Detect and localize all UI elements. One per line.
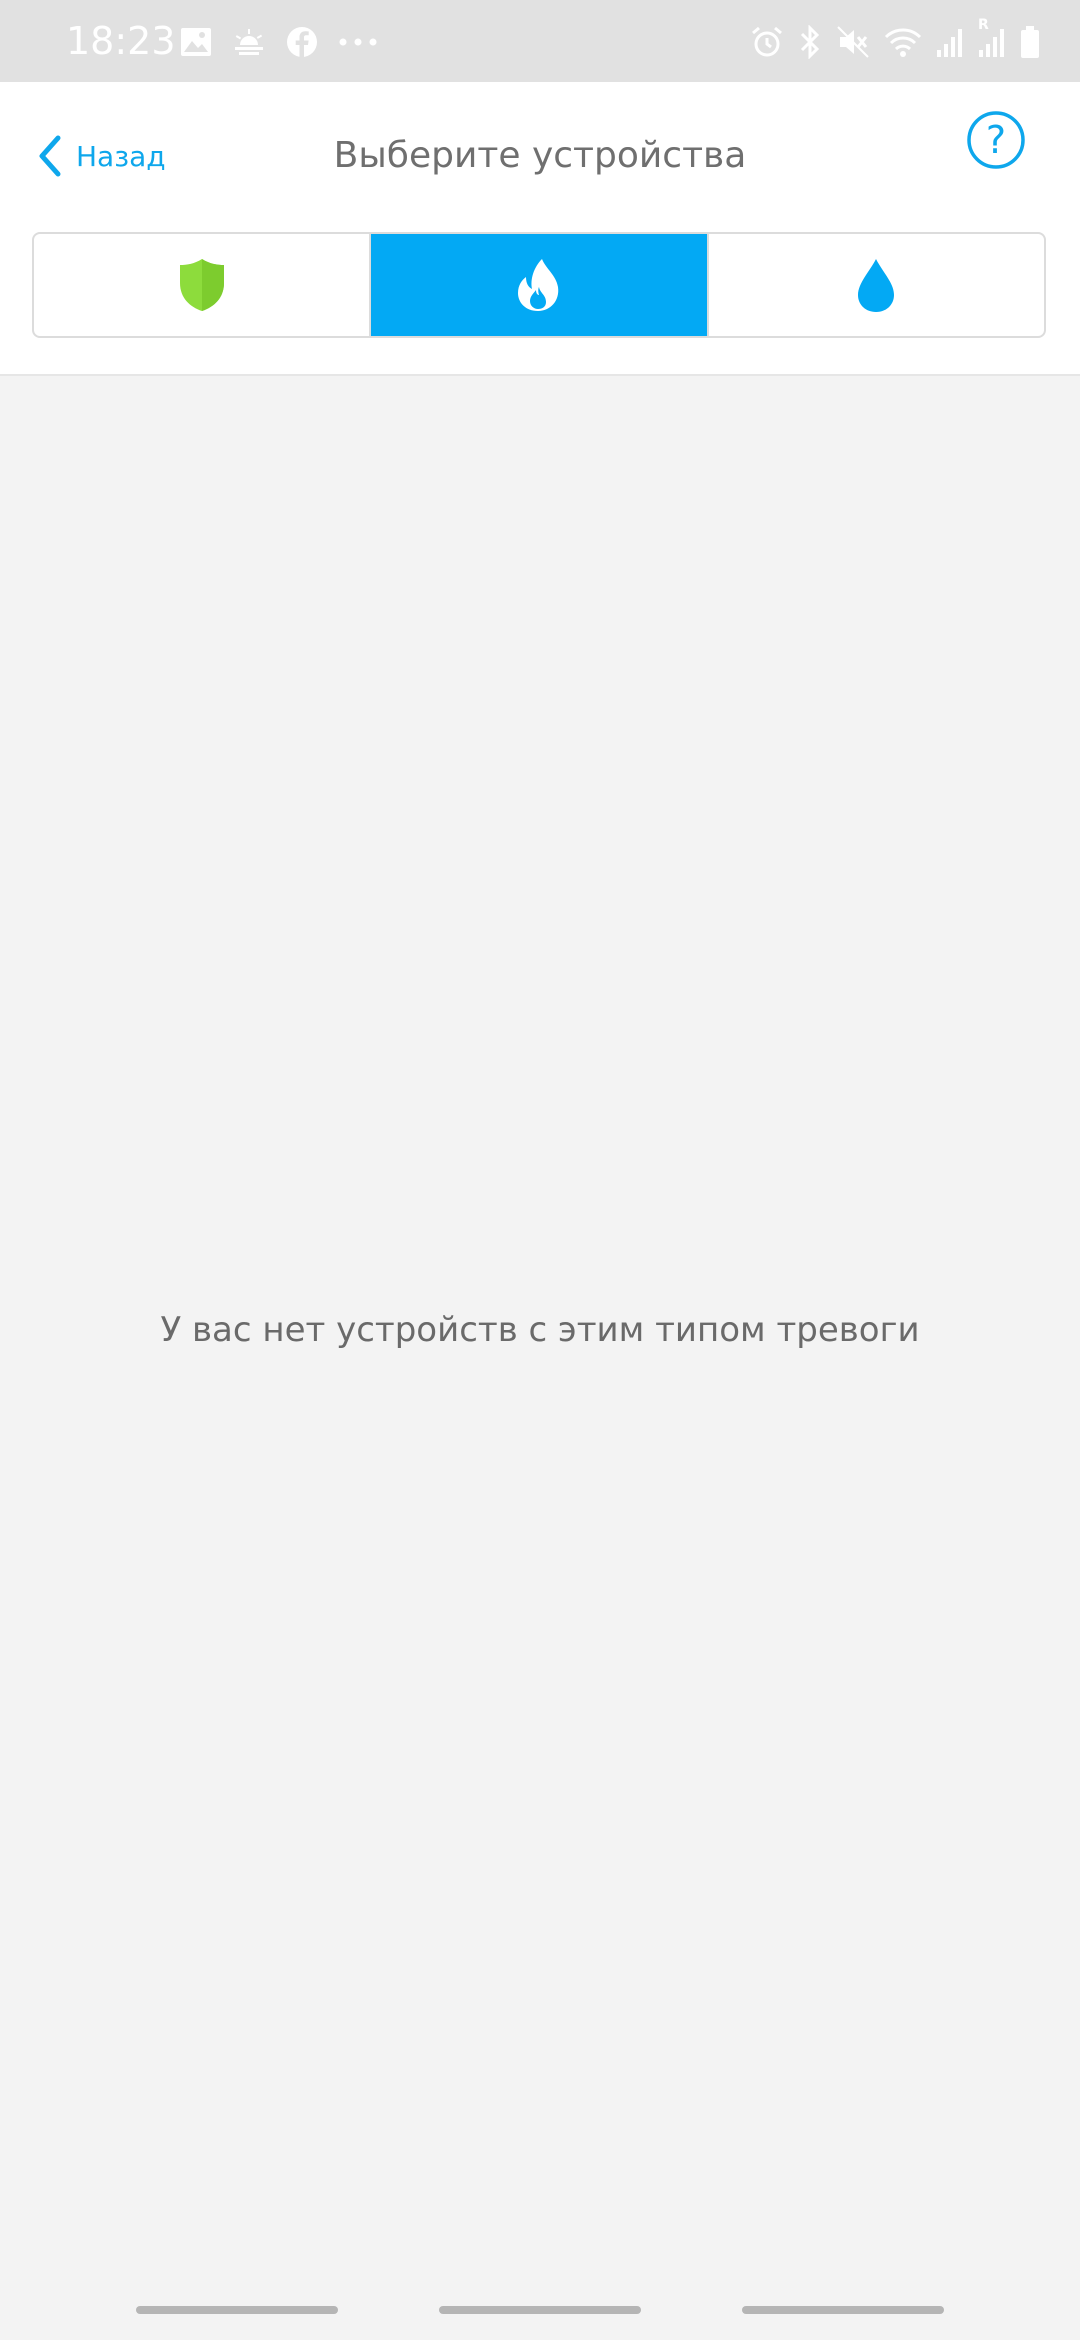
back-label: Назад xyxy=(76,139,166,173)
weather-icon xyxy=(235,29,263,55)
empty-state-message: У вас нет устройств с этим типом тревоги xyxy=(160,1310,920,1350)
wifi-icon xyxy=(884,28,922,57)
nav-home-handle[interactable] xyxy=(439,2306,641,2314)
roaming-label: R xyxy=(978,17,989,33)
facebook-icon xyxy=(287,27,317,57)
flame-icon xyxy=(517,259,559,311)
navigation-bar xyxy=(0,2284,1080,2340)
more-dots-icon xyxy=(339,38,377,46)
help-symbol: ? xyxy=(985,118,1007,162)
help-button[interactable]: ? xyxy=(966,110,1026,170)
nav-recent-handle[interactable] xyxy=(136,2306,338,2314)
shield-icon xyxy=(179,259,224,311)
status-bar: 18:23 R xyxy=(0,0,1080,82)
alarm-type-selector xyxy=(32,232,1046,338)
water-drop-icon xyxy=(858,259,895,312)
mute-icon xyxy=(837,26,869,58)
status-time: 18:23 xyxy=(66,19,176,63)
segment-security[interactable] xyxy=(34,234,372,336)
nav-back-handle[interactable] xyxy=(742,2306,944,2314)
segment-water[interactable] xyxy=(709,234,1044,336)
signal-roaming: R xyxy=(978,18,1006,58)
battery-icon xyxy=(1021,26,1039,58)
status-right-icons: R xyxy=(750,18,1040,62)
bluetooth-icon xyxy=(800,25,820,59)
signal-icon xyxy=(937,29,962,57)
gallery-icon xyxy=(181,28,211,56)
header: Назад Выберите устройства ? xyxy=(0,82,1080,376)
back-button[interactable]: Назад xyxy=(36,116,166,196)
status-left-icons xyxy=(180,22,378,62)
alarm-icon xyxy=(752,26,782,57)
chevron-left-icon xyxy=(39,135,61,177)
segment-fire[interactable] xyxy=(371,234,709,336)
